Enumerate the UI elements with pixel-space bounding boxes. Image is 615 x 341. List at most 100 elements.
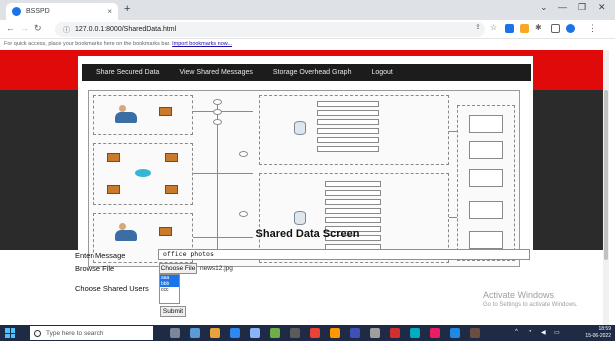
minimize-icon[interactable]: —: [558, 2, 567, 12]
address-input[interactable]: ⓘ 127.0.0.1:8000/SharedData.html: [55, 22, 485, 37]
app-icon[interactable]: [430, 328, 440, 338]
menu-view-shared-messages[interactable]: View Shared Messages: [179, 69, 252, 76]
bookmarks-prompt: For quick access, place your bookmarks h…: [4, 41, 171, 47]
clock-time: 18:59: [598, 326, 611, 332]
server-icon: [107, 185, 120, 194]
taskbar-clock[interactable]: 18:59 15-06-2022: [585, 326, 611, 340]
menu-logout[interactable]: Logout: [371, 69, 392, 76]
diagram-box: [317, 119, 379, 125]
forward-icon[interactable]: →: [20, 23, 29, 33]
user-option[interactable]: ccc: [160, 287, 179, 293]
browser-tab-strip: BSSPD × + ⌄ — ❐ ✕: [0, 0, 615, 20]
activation-watermark: Activate Windows Go to Settings to activ…: [483, 290, 578, 308]
search-placeholder: Type here to search: [46, 329, 104, 337]
share-icon[interactable]: ⇪: [475, 23, 481, 31]
diagram-box: [325, 199, 381, 205]
url-text: 127.0.0.1:8000/SharedData.html: [75, 26, 177, 33]
app-icon[interactable]: [350, 328, 360, 338]
page-scrollbar[interactable]: [603, 50, 609, 325]
submit-button[interactable]: Submit: [160, 306, 186, 317]
menu-share-secured-data[interactable]: Share Secured Data: [96, 69, 159, 76]
app-icon[interactable]: [450, 328, 460, 338]
edge-icon[interactable]: [230, 328, 240, 338]
diagram-box: [469, 201, 503, 219]
app-icon[interactable]: [190, 328, 200, 338]
diagram-box: [469, 115, 503, 133]
reload-icon[interactable]: ↻: [34, 23, 42, 34]
app-icon[interactable]: [410, 328, 420, 338]
shared-users-select[interactable]: aaa bbb ccc: [159, 274, 180, 304]
device-icon: [159, 107, 172, 116]
star-icon[interactable]: ☆: [490, 23, 497, 32]
search-icon: [34, 329, 41, 337]
taskbar: Type here to search ^ ◔ ◀ ▭ 18:59 15-06-…: [0, 325, 615, 341]
network-icon[interactable]: ◔: [528, 329, 532, 335]
diagram-box: [325, 208, 381, 214]
app-icon[interactable]: [290, 328, 300, 338]
connector-node: [213, 119, 222, 125]
task-view-icon[interactable]: [170, 328, 180, 338]
shared-users-label: Choose Shared Users: [75, 284, 149, 293]
clock-date: 15-06-2022: [585, 333, 611, 339]
diagram-box: [469, 141, 503, 159]
connector-node: [239, 151, 248, 157]
volume-icon[interactable]: ◀: [541, 329, 546, 336]
menu-icon[interactable]: ⋮: [588, 23, 597, 34]
tray-chevron-icon[interactable]: ^: [515, 329, 518, 335]
chrome-icon[interactable]: [310, 328, 320, 338]
menu-storage-overhead-graph[interactable]: Storage Overhead Graph: [273, 69, 352, 76]
diagram-box: [325, 190, 381, 196]
connector-node: [239, 211, 248, 217]
windows-start-icon[interactable]: [5, 328, 15, 338]
app-icon[interactable]: [390, 328, 400, 338]
profile-icon[interactable]: [566, 24, 575, 33]
app-icon[interactable]: [370, 328, 380, 338]
diagram-box: [317, 137, 379, 143]
info-icon[interactable]: ⓘ: [63, 25, 70, 35]
diagram-box: [317, 110, 379, 116]
database-icon: [294, 121, 306, 135]
file-name: news12.jpg: [200, 265, 233, 272]
app-icon[interactable]: [470, 328, 480, 338]
diagram-box: [317, 101, 379, 107]
app-icon[interactable]: [270, 328, 280, 338]
extension-icon[interactable]: [505, 24, 514, 33]
message-input[interactable]: office photos: [158, 249, 530, 260]
diagram-box: [317, 146, 379, 152]
extension-icon[interactable]: [520, 24, 529, 33]
connector-node: [213, 99, 222, 105]
tab-title: BSSPD: [26, 8, 50, 15]
new-tab-button[interactable]: +: [124, 3, 130, 15]
architecture-diagram: [88, 90, 520, 267]
user-icon: [115, 112, 137, 123]
back-icon[interactable]: ←: [6, 23, 15, 33]
server-icon: [165, 185, 178, 194]
bookmarks-bar: For quick access, place your bookmarks h…: [0, 39, 615, 50]
app-icon[interactable]: [250, 328, 260, 338]
choose-file-button[interactable]: Choose File: [159, 263, 197, 274]
battery-icon[interactable]: ▭: [554, 329, 560, 336]
diagram-box: [469, 169, 503, 187]
connector-line: [193, 111, 253, 112]
connector-line: [449, 131, 457, 132]
app-icon[interactable]: [210, 328, 220, 338]
taskbar-search-input[interactable]: Type here to search: [30, 326, 153, 340]
browser-tab[interactable]: BSSPD ×: [6, 3, 118, 20]
connector-line: [193, 173, 253, 174]
import-bookmarks-link[interactable]: Import bookmarks now...: [172, 41, 232, 47]
sidepanel-icon[interactable]: [551, 24, 560, 33]
favicon-icon: [12, 7, 21, 16]
chevron-down-icon[interactable]: ⌄: [540, 2, 548, 13]
server-icon: [165, 153, 178, 162]
connector-node: [213, 109, 222, 115]
puzzle-icon[interactable]: ✱: [535, 23, 542, 32]
maximize-icon[interactable]: ❐: [578, 2, 586, 13]
diagram-box: [325, 181, 381, 187]
app-icon[interactable]: [330, 328, 340, 338]
address-bar-row: ← → ↻ ⓘ 127.0.0.1:8000/SharedData.html ⇪…: [0, 20, 615, 39]
message-label: Enter Message: [75, 251, 126, 260]
watermark-title: Activate Windows: [483, 290, 555, 300]
tab-close-icon[interactable]: ×: [107, 7, 112, 16]
watermark-subtitle: Go to Settings to activate Windows.: [483, 302, 578, 308]
close-window-icon[interactable]: ✕: [598, 2, 606, 13]
